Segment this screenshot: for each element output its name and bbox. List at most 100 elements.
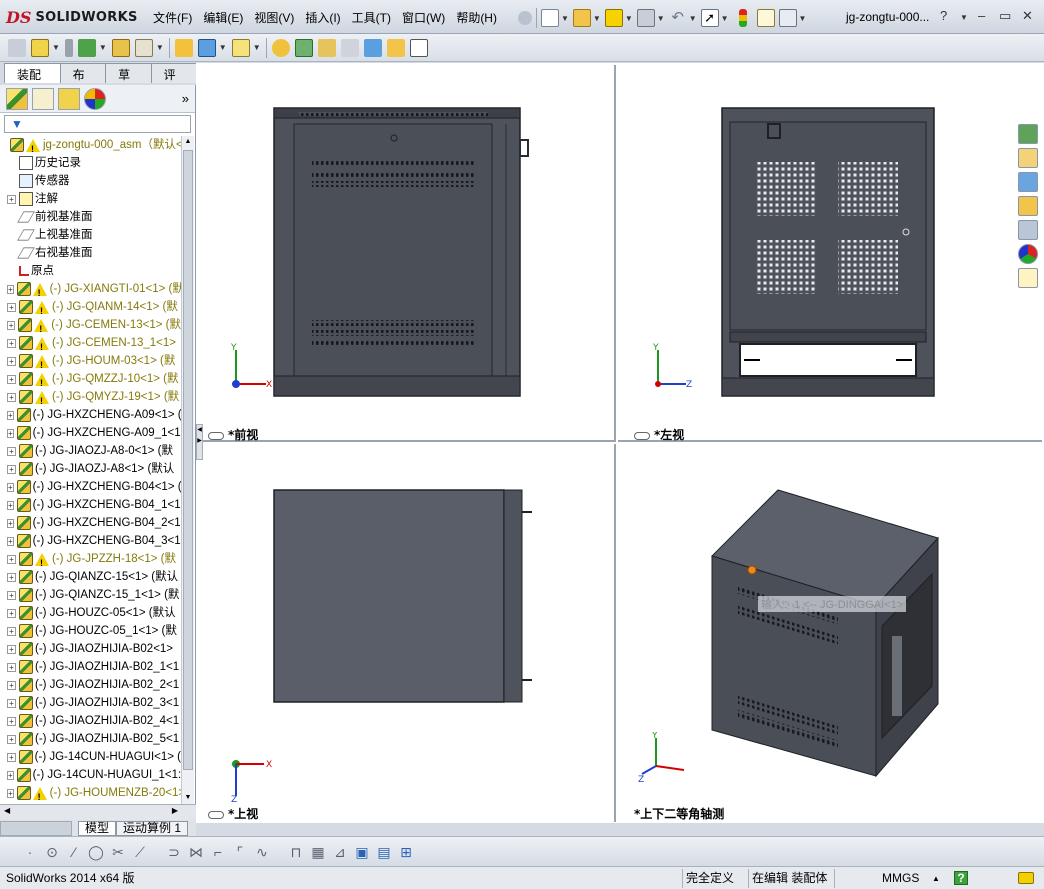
tree-item-origin[interactable]: 原点 [0, 262, 181, 280]
select-arrow-icon[interactable]: ➚ [700, 9, 719, 27]
design-library-icon[interactable] [1018, 172, 1038, 192]
clearance-verification-icon[interactable] [386, 38, 405, 57]
view-palette-icon[interactable] [1018, 220, 1038, 240]
table-icon[interactable]: ⊞ [398, 844, 414, 860]
expand-icon[interactable]: + [7, 554, 16, 564]
tree-component-row[interactable]: + (-) JG-14CUN-HUAGUI<1> ( [0, 748, 181, 766]
display-manager-tab-icon[interactable] [84, 87, 106, 110]
exploded-view-icon[interactable] [317, 38, 336, 57]
tab-evaluate[interactable]: 评估 [150, 63, 198, 99]
tree-component-row[interactable]: + (-) JG-QMYZJ-19<1> (默 [0, 388, 181, 410]
expand-icon[interactable]: + [7, 302, 16, 312]
tag-icon[interactable] [1018, 872, 1034, 884]
expand-icon[interactable]: + [7, 788, 14, 798]
expand-icon[interactable]: + [7, 284, 14, 294]
tree-scrollbar[interactable]: ▲ ▼ [181, 136, 194, 804]
tree-item-front-plane[interactable]: 前视基准面 [0, 208, 181, 226]
help-icon[interactable]: ? [940, 8, 947, 23]
solidworks-resources-icon[interactable] [1018, 124, 1038, 144]
minimize-icon[interactable]: – [978, 8, 985, 23]
unit-system[interactable]: MMGS [882, 870, 919, 887]
tree-component-row[interactable]: + (-) JG-JIAOZHIJIA-B02_5<1 [0, 730, 181, 748]
tree-component-row[interactable]: + (-) JG-CEMEN-13_1<1> [0, 334, 181, 356]
tab-scroll-arrows[interactable] [0, 820, 72, 836]
tree-component-row[interactable]: + (-) JG-HXZCHENG-B04_3<1: [0, 532, 181, 550]
quick-snaps-icon[interactable]: ▣ [354, 844, 370, 860]
tree-component-row[interactable]: + (-) JG-JIAOZHIJIA-B02_2<1 [0, 676, 181, 694]
linear-pattern-icon[interactable] [77, 38, 96, 57]
menu-file[interactable]: 文件(F) [150, 9, 200, 27]
tree-item-annotations[interactable]: + 注解 [0, 190, 181, 208]
tree-component-row[interactable]: + (-) JG-JPZZH-18<1> (默 [0, 550, 181, 572]
tree-item-top-plane[interactable]: 上视基准面 [0, 226, 181, 244]
menu-window[interactable]: 窗口(W) [399, 9, 453, 27]
tree-component-row[interactable]: + (-) JG-JIAOZHIJIA-B02_3<1 [0, 694, 181, 712]
tree-component-row[interactable]: + (-) JG-HXZCHENG-A09<1> ( [0, 406, 181, 424]
expand-icon[interactable]: + [7, 680, 16, 690]
tree-component-row[interactable]: + (-) JG-HOUM-03<1> (默 [0, 352, 181, 374]
expand-icon[interactable]: + [7, 734, 16, 744]
new-motion-study-icon[interactable] [271, 38, 290, 57]
interference-detection-icon[interactable] [363, 38, 382, 57]
expand-icon[interactable]: + [7, 662, 16, 672]
expand-icon[interactable]: + [7, 482, 14, 492]
expand-icon[interactable]: + [7, 644, 16, 654]
instant3d-icon[interactable] [409, 38, 428, 57]
tree-component-row[interactable]: + (-) JG-HXZCHENG-B04_1<1: [0, 496, 181, 514]
new-document-icon[interactable] [541, 9, 559, 27]
menu-help[interactable]: 帮助(H) [453, 9, 505, 27]
tab-layout[interactable]: 布局 [59, 63, 107, 99]
traffic-light-icon[interactable] [738, 9, 747, 27]
convert-entities-icon[interactable]: ⟋ [132, 844, 148, 860]
link-icon[interactable] [634, 431, 650, 440]
property-manager-tab-icon[interactable] [32, 87, 54, 110]
tree-item-history[interactable]: 历史记录 [0, 154, 181, 172]
units-dropdown-icon[interactable]: ▲ [932, 870, 940, 887]
fillet-icon[interactable]: ⌐ [210, 844, 226, 860]
smart-fasteners-icon[interactable] [111, 38, 130, 57]
tree-item-sensors[interactable]: 传感器 [0, 172, 181, 190]
new-part-icon[interactable] [31, 38, 49, 57]
tree-component-row[interactable]: + (-) JG-QIANZC-15<1> (默认 [0, 568, 181, 586]
line-icon[interactable]: ⁄ [66, 844, 82, 860]
menu-edit[interactable]: 编辑(E) [200, 9, 251, 27]
tree-filter-field[interactable]: ▼ [4, 115, 191, 133]
expand-panel-icon[interactable]: » [182, 91, 189, 106]
tree-component-row[interactable]: + (-) JG-JIAOZHIJIA-B02_1<1 [0, 658, 181, 676]
expand-icon[interactable]: + [7, 320, 16, 330]
print-icon[interactable] [636, 9, 655, 27]
tab-motion-study[interactable]: 运动算例 1 [116, 820, 189, 836]
open-folder-icon[interactable] [572, 9, 591, 27]
tree-component-row[interactable]: + (-) JG-JIAOZJ-A8-0<1> (默 [0, 442, 181, 460]
tree-component-row[interactable]: + (-) JG-14CUN-HUAGUI_1<1: [0, 766, 181, 784]
smart-dimension-icon[interactable]: ⊓ [288, 844, 304, 860]
undo-icon[interactable]: ↶ [669, 9, 687, 27]
expand-icon[interactable]: + [7, 518, 14, 528]
expand-icon[interactable]: + [7, 536, 14, 546]
tree-component-row[interactable]: + (-) JG-HXZCHENG-B04_2<1: [0, 514, 181, 532]
close-icon[interactable]: ✕ [1022, 8, 1033, 24]
sketch-block-icon[interactable]: ▤ [376, 844, 392, 860]
link-icon[interactable] [208, 810, 224, 819]
mirror-icon[interactable]: ⋈ [188, 844, 204, 860]
file-properties-icon[interactable] [756, 9, 775, 27]
configuration-manager-tab-icon[interactable] [58, 87, 80, 110]
tree-component-row[interactable]: + (-) JG-HXZCHENG-A09_1<1: [0, 424, 181, 442]
expand-icon[interactable]: + [7, 374, 16, 384]
expand-icon[interactable]: + [7, 716, 16, 726]
expand-icon[interactable]: + [7, 752, 16, 762]
custom-properties-icon[interactable] [1018, 268, 1038, 288]
sketch-relations-icon[interactable]: ⊿ [332, 844, 348, 860]
expand-icon[interactable]: + [7, 356, 16, 366]
viewport-splitter-handle[interactable]: ◀ ▶ [196, 424, 203, 460]
tree-root[interactable]: jg-zongtu-000_asm（默认<… [0, 136, 181, 158]
link-icon[interactable] [208, 431, 224, 440]
expand-icon[interactable]: + [7, 446, 16, 456]
center-point-icon[interactable]: ⊙ [44, 844, 60, 860]
menu-view[interactable]: 视图(V) [251, 9, 302, 27]
expand-icon[interactable]: + [7, 626, 16, 636]
insert-component-icon[interactable] [8, 38, 26, 57]
corner-rectangle-icon[interactable]: ⌜ [232, 844, 248, 860]
reference-geometry-icon[interactable] [231, 38, 250, 57]
tree-component-row[interactable]: + (-) JG-QMZZJ-10<1> (默 [0, 370, 181, 392]
